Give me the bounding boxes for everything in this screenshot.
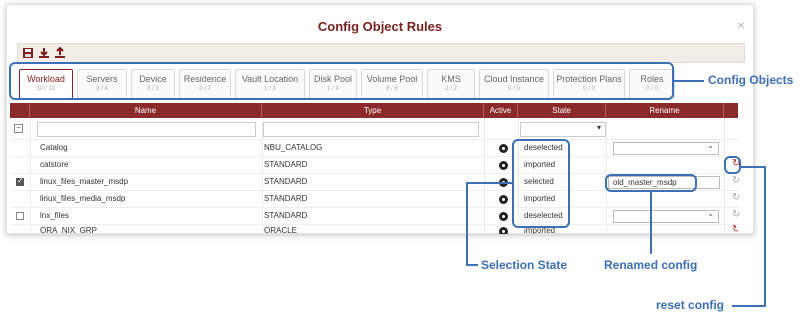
renamed-config-label: Renamed config (604, 258, 698, 272)
chevron-down-icon: ⌄ (707, 209, 714, 218)
reset-icon[interactable]: ↻ (732, 225, 738, 234)
reset-icon[interactable]: ↻ (732, 209, 740, 220)
reset-config-connector (764, 166, 766, 307)
row-checkbox[interactable] (16, 176, 24, 186)
divider (262, 118, 263, 234)
row-type: STANDARD (264, 177, 308, 186)
grid-header: Name Type Active State Rename (10, 103, 738, 118)
download-icon[interactable] (38, 47, 50, 59)
row-name: ORA_NIX_GRP (40, 226, 97, 234)
toolbar (17, 43, 745, 63)
row-type: STANDARD (264, 194, 308, 203)
table-row[interactable]: Catalog NBU_CATALOG deselected ⌄ (10, 140, 738, 157)
table-row[interactable]: ORA_NIX_GRP ORACLE imported ↻ (10, 225, 738, 234)
name-filter-input[interactable] (37, 122, 256, 137)
config-objects-highlight (9, 62, 674, 100)
col-reset-header (724, 103, 738, 118)
selection-state-label: Selection State (481, 258, 568, 272)
active-radio-icon[interactable] (499, 161, 508, 170)
col-select-header (10, 103, 30, 118)
col-state-header[interactable]: State (518, 103, 606, 118)
reset-config-connector (732, 305, 766, 307)
row-name: Catalog (40, 143, 68, 152)
select-all-checkbox[interactable]: − (14, 124, 23, 133)
divider (724, 118, 725, 234)
col-active-header[interactable]: Active (484, 103, 518, 118)
divider (484, 118, 485, 234)
renamed-config-connector (650, 192, 652, 254)
upload-icon[interactable] (54, 47, 66, 59)
rename-select[interactable]: ⌄ (613, 141, 719, 155)
table-row[interactable]: linux_files_media_msdp STANDARD imported… (10, 191, 740, 208)
selection-state-connector (466, 264, 478, 266)
row-type: STANDARD (264, 160, 308, 169)
active-radio-icon[interactable] (499, 227, 508, 234)
selection-state-connector (466, 182, 468, 266)
active-radio-icon[interactable] (499, 195, 508, 204)
close-icon[interactable]: × (737, 17, 745, 33)
save-icon[interactable] (22, 47, 34, 59)
selection-state-connector (466, 182, 512, 184)
row-name: catstore (40, 160, 69, 169)
config-objects-connector (674, 80, 704, 82)
row-name: lnx_files (40, 211, 69, 220)
row-checkbox[interactable] (16, 212, 24, 220)
reset-icon[interactable]: ↻ (732, 175, 740, 186)
col-name-header[interactable]: Name (30, 103, 262, 118)
row-type: NBU_CATALOG (264, 143, 323, 152)
divider (30, 118, 31, 234)
renamed-config-highlight (605, 174, 697, 192)
table-row[interactable]: lnx_files STANDARD deselected ⌄ ↻ (10, 208, 740, 225)
col-rename-header[interactable]: Rename (606, 103, 724, 118)
filter-row: − ▾ (10, 118, 738, 140)
state-filter-select[interactable]: ▾ (520, 122, 606, 137)
row-type: STANDARD (264, 211, 308, 220)
reset-config-label: reset config (656, 298, 725, 312)
type-filter-input[interactable] (263, 122, 479, 137)
row-name: linux_files_master_msdp (40, 177, 129, 186)
reset-config-connector (741, 166, 766, 168)
chevron-down-icon: ▾ (596, 123, 601, 132)
rename-select[interactable]: ⌄ (613, 209, 719, 223)
chevron-down-icon: ⌄ (707, 141, 714, 150)
dialog-title: Config Object Rules (317, 19, 443, 34)
reset-icon[interactable]: ↻ (732, 192, 740, 203)
active-radio-icon[interactable] (499, 212, 508, 221)
config-objects-label: Config Objects (708, 73, 794, 87)
row-type: ORACLE (264, 226, 297, 234)
col-type-header[interactable]: Type (262, 103, 484, 118)
active-radio-icon[interactable] (499, 144, 508, 153)
selection-state-highlight (512, 139, 570, 228)
table-row[interactable]: catstore STANDARD imported ↻ (10, 157, 740, 174)
reset-config-highlight (724, 156, 741, 174)
row-name: linux_files_media_msdp (40, 194, 126, 203)
